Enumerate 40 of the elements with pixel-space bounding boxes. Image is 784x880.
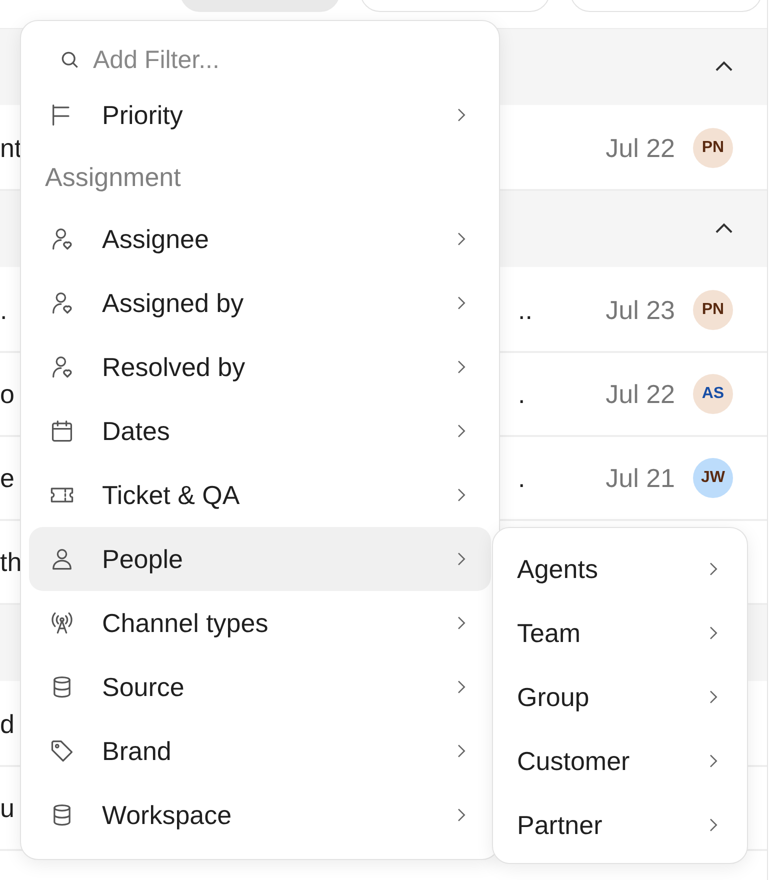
ticket-date: Jul 23 [606, 294, 675, 326]
avatar: PN [693, 128, 733, 168]
menu-item[interactable]: Channel types [29, 591, 491, 655]
ticket-subject: . [518, 462, 526, 492]
submenu-item[interactable]: Partner [493, 793, 747, 857]
menu-item[interactable]: Source [29, 655, 491, 719]
submenu-item[interactable]: Team [493, 601, 747, 665]
ticket-title: nt [0, 132, 22, 164]
menu-item[interactable]: Priority [29, 99, 491, 147]
ticket-title: e [0, 462, 14, 494]
submenu-item[interactable]: Group [493, 665, 747, 729]
ticket-date: Jul 22 [606, 132, 675, 164]
tag-icon [49, 738, 75, 764]
avatar: PN [693, 290, 733, 330]
menu-item[interactable]: Workspace [29, 783, 491, 847]
menu-item[interactable]: Brand [29, 719, 491, 783]
ticket-title: . [0, 294, 8, 326]
search-icon [59, 49, 81, 71]
menu-item[interactable]: Dates [29, 399, 491, 463]
menu-item[interactable]: Ticket & QA [29, 463, 491, 527]
submenu-item[interactable]: Agents [493, 537, 747, 601]
avatar: JW [693, 458, 733, 498]
menu-item[interactable]: Assignee [29, 207, 491, 271]
menu-item[interactable]: Assigned by [29, 271, 491, 335]
menu-item[interactable]: People [29, 527, 491, 591]
ticket-title: d [0, 708, 14, 740]
avatar: AS [693, 374, 733, 414]
antenna-icon [49, 610, 75, 636]
ticket-title: u [0, 792, 14, 824]
ticket-date: Jul 22 [606, 378, 675, 410]
ticket-title: o [0, 378, 14, 410]
ticket-subject: .. [518, 294, 532, 324]
ticket-subject: . [518, 378, 526, 408]
ticket-title: th [0, 546, 22, 578]
submenu-item[interactable]: Customer [493, 729, 747, 793]
menu-item[interactable]: Resolved by [29, 335, 491, 399]
search-field[interactable]: Add Filter... [91, 44, 455, 76]
section-heading: Assignment [44, 160, 182, 194]
calendar-icon [49, 418, 75, 444]
ticket-date: Jul 21 [606, 462, 675, 494]
